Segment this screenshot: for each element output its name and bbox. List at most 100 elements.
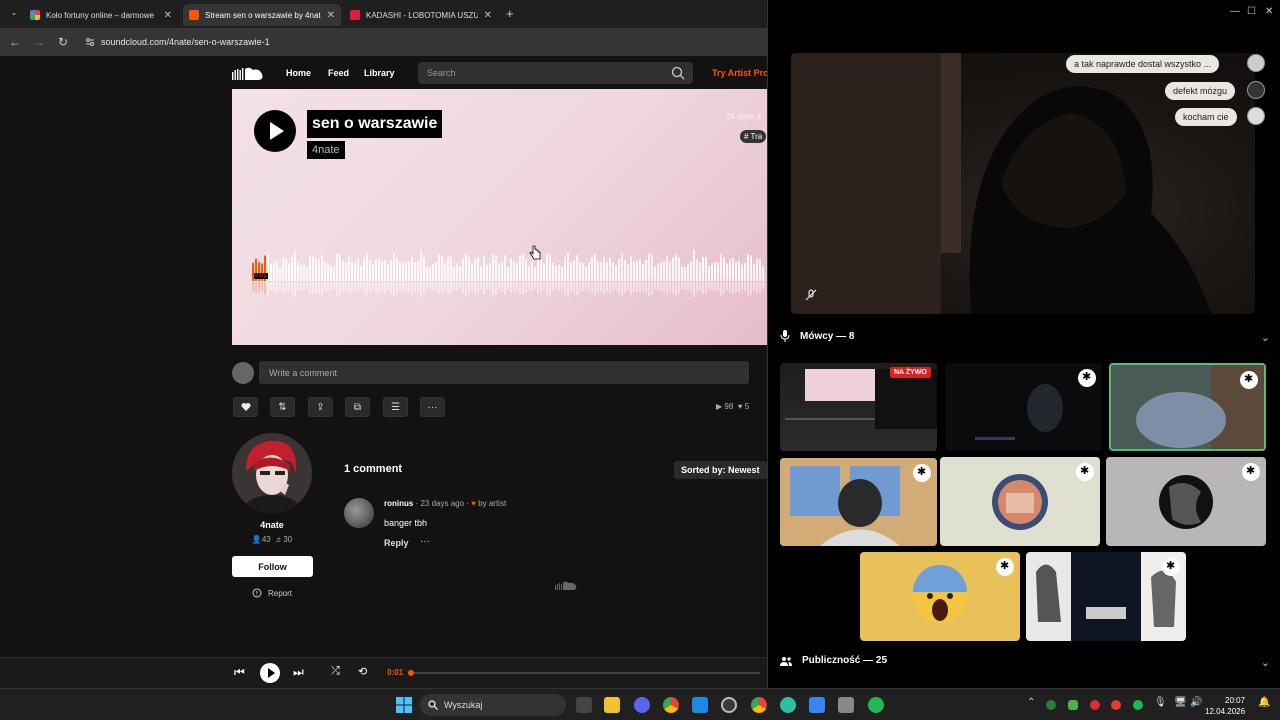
waveform-reflection-bar — [729, 282, 731, 293]
search-input[interactable]: Search — [418, 62, 693, 84]
repost-button[interactable]: ⇅ — [270, 397, 295, 417]
try-artist-pro-link[interactable]: Try Artist Pro — [712, 68, 769, 78]
tray-icon[interactable] — [1068, 700, 1078, 710]
chrome-profile-icon[interactable] — [751, 697, 767, 713]
volume-icon[interactable]: 🔊 — [1190, 697, 1202, 708]
windows-start-icon[interactable] — [396, 697, 412, 713]
speaker-tile-7[interactable] — [860, 552, 1020, 641]
site-info-icon[interactable] — [85, 37, 95, 47]
speaker-tile-6[interactable] — [1106, 457, 1266, 546]
notepad-icon[interactable] — [809, 697, 825, 713]
play-button[interactable] — [254, 110, 296, 152]
discord-icon[interactable] — [634, 697, 650, 713]
artist-avatar[interactable] — [232, 433, 312, 513]
more-button[interactable]: ··· — [420, 397, 445, 417]
notifications-icon[interactable]: 🔔 — [1258, 697, 1270, 708]
sort-dropdown[interactable]: Sorted by: Newest — [674, 461, 767, 479]
nav-library[interactable]: Library — [364, 68, 395, 78]
waveform-reflection-bar — [426, 282, 428, 290]
speaker-tile-3-speaking[interactable] — [1109, 363, 1266, 451]
network-icon[interactable]: 🖥 — [1174, 697, 1187, 708]
speaker-tile-8[interactable] — [1026, 552, 1186, 641]
tracks-count[interactable]: 30 — [283, 535, 292, 544]
tab-list-icon[interactable]: ⌄ — [2, 8, 26, 17]
close-window-icon[interactable]: ✕ — [1265, 6, 1273, 17]
waveform-reflection-bar — [345, 282, 347, 292]
artist-name[interactable]: 4nate — [232, 520, 312, 530]
nav-home[interactable]: Home — [286, 68, 311, 78]
nav-feed[interactable]: Feed — [328, 68, 349, 78]
taskbar-clock[interactable]: 20:07 12.04.2026 — [1205, 695, 1245, 717]
tab-2[interactable]: Stream sen o warszawie by 4nate ✕ — [183, 4, 341, 26]
close-tab-icon[interactable]: ✕ — [484, 10, 492, 21]
commenter-avatar[interactable] — [344, 498, 374, 528]
taskbar-search[interactable]: Wyszukaj — [420, 694, 566, 716]
speaker-tile-4[interactable] — [780, 458, 937, 546]
file-explorer-icon[interactable] — [604, 697, 620, 713]
progress-bar[interactable] — [408, 670, 760, 676]
forward-icon[interactable]: → — [27, 35, 51, 49]
genre-tag[interactable]: # Tra — [740, 130, 767, 143]
progress-handle[interactable] — [408, 670, 414, 676]
shuffle-icon[interactable]: ⤮ — [331, 665, 340, 678]
speaker-tile-2[interactable] — [945, 363, 1102, 451]
reload-icon[interactable]: ↻ — [51, 35, 75, 49]
url-field[interactable]: soundcloud.com/4nate/sen-o-warszawie-1 — [85, 37, 270, 47]
comment-more-icon[interactable]: ··· — [420, 536, 430, 547]
steam-icon[interactable] — [721, 697, 737, 713]
comment-input[interactable]: Write a comment — [259, 361, 749, 384]
waveform-reflection-bar — [447, 282, 449, 295]
followers-count[interactable]: 43 — [262, 535, 271, 544]
close-tab-icon[interactable]: ✕ — [164, 10, 172, 21]
add-to-playlist-button[interactable]: ☰ — [383, 397, 408, 417]
spotify-tray-icon[interactable] — [1133, 700, 1143, 710]
audience-header[interactable]: Publiczność — 25 — [780, 655, 887, 666]
waveform[interactable] — [252, 235, 767, 301]
close-tab-icon[interactable]: ✕ — [327, 10, 335, 21]
tray-icon[interactable] — [1090, 700, 1100, 710]
copy-link-button[interactable]: ⧉ — [345, 397, 370, 417]
browser-icon[interactable] — [780, 697, 796, 713]
chevron-up-icon[interactable]: ⌃ — [1027, 697, 1035, 708]
calculator-icon[interactable] — [838, 697, 854, 713]
tab-3[interactable]: KADASHI - LOBOTOMIA USZU ✕ — [344, 4, 498, 26]
microphone-tray-icon[interactable]: 🎙 — [1154, 697, 1167, 708]
maximize-icon[interactable]: ☐ — [1247, 6, 1256, 17]
speaker-tile-screenshare[interactable]: NA ŻYWO — [780, 363, 937, 451]
search-icon[interactable] — [671, 66, 685, 80]
soundcloud-logo-icon[interactable] — [232, 66, 264, 80]
previous-icon[interactable]: ⏮ — [234, 665, 245, 680]
tray-icon[interactable] — [1111, 700, 1121, 710]
speaker-tile-5[interactable] — [940, 457, 1100, 546]
follow-button[interactable]: Follow — [232, 556, 313, 577]
tab-1[interactable]: Koło fortuny online – darmowe ✕ — [24, 4, 178, 26]
player-play-button[interactable] — [260, 663, 280, 683]
waveform-reflection-bar — [723, 282, 725, 294]
chrome-icon[interactable] — [663, 697, 679, 713]
minimize-icon[interactable]: — — [1230, 6, 1240, 17]
chevron-down-icon[interactable]: ⌄ — [1261, 656, 1270, 669]
back-icon[interactable]: ← — [3, 35, 27, 49]
waveform-reflection-bar — [330, 282, 332, 290]
speakers-header[interactable]: Mówcy — 8 — [780, 330, 854, 342]
like-button[interactable] — [233, 397, 258, 417]
reply-button[interactable]: Reply — [384, 538, 409, 548]
chat-avatar[interactable] — [1247, 54, 1265, 72]
app-icon[interactable] — [692, 697, 708, 713]
waveform-reflection-bar — [708, 282, 710, 290]
waveform-bar — [630, 255, 632, 281]
share-button[interactable]: ⇪ — [308, 397, 333, 417]
report-button[interactable]: Report — [252, 588, 292, 598]
tray-icon[interactable] — [1046, 700, 1056, 710]
waveform-reflection-bar — [438, 282, 440, 296]
repeat-icon[interactable]: ⟲ — [358, 665, 367, 678]
chat-avatar[interactable] — [1247, 107, 1265, 125]
next-icon[interactable]: ⏭ — [293, 665, 304, 680]
task-view-icon[interactable] — [576, 697, 592, 713]
chevron-down-icon[interactable]: ⌄ — [1261, 331, 1270, 344]
chat-avatar[interactable] — [1247, 81, 1265, 99]
spotify-icon[interactable] — [868, 697, 884, 713]
commenter-name[interactable]: roninus — [384, 499, 413, 508]
track-artist[interactable]: 4nate — [307, 141, 345, 159]
new-tab-icon[interactable]: + — [506, 6, 514, 21]
